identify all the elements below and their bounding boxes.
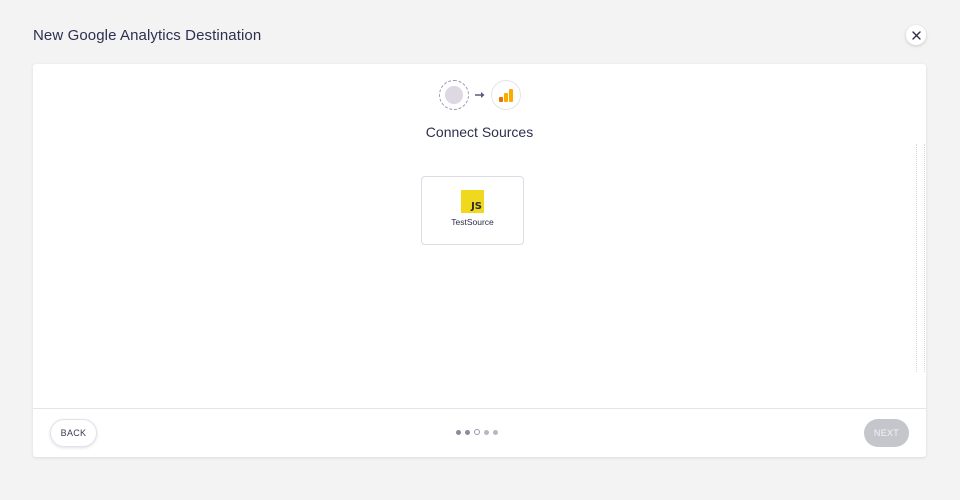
javascript-logo-text: JS [471,201,482,212]
next-button[interactable]: NEXT [864,419,909,447]
google-analytics-icon [491,80,521,110]
step-dot-5 [493,429,498,435]
wizard-panel: Connect Sources JS TestSource BACK NEXT [33,64,926,457]
step-indicator [456,429,498,435]
source-card-testsource[interactable]: JS TestSource [421,176,524,245]
page-title: New Google Analytics Destination [33,27,262,44]
back-button[interactable]: BACK [50,419,97,447]
step-dot-4 [484,429,489,435]
close-icon [911,30,921,40]
close-button[interactable] [906,25,926,45]
scrollbar[interactable] [916,144,925,372]
source-placeholder-icon [439,80,469,110]
arrow-right-icon [469,91,491,99]
step-dot-3 [474,429,480,435]
footer-divider [33,408,926,409]
source-name: TestSource [451,217,494,227]
connection-flow [439,80,521,110]
step-dot-1 [456,429,461,435]
javascript-icon: JS [461,190,484,213]
step-title: Connect Sources [425,124,534,140]
step-dot-2 [465,429,470,435]
